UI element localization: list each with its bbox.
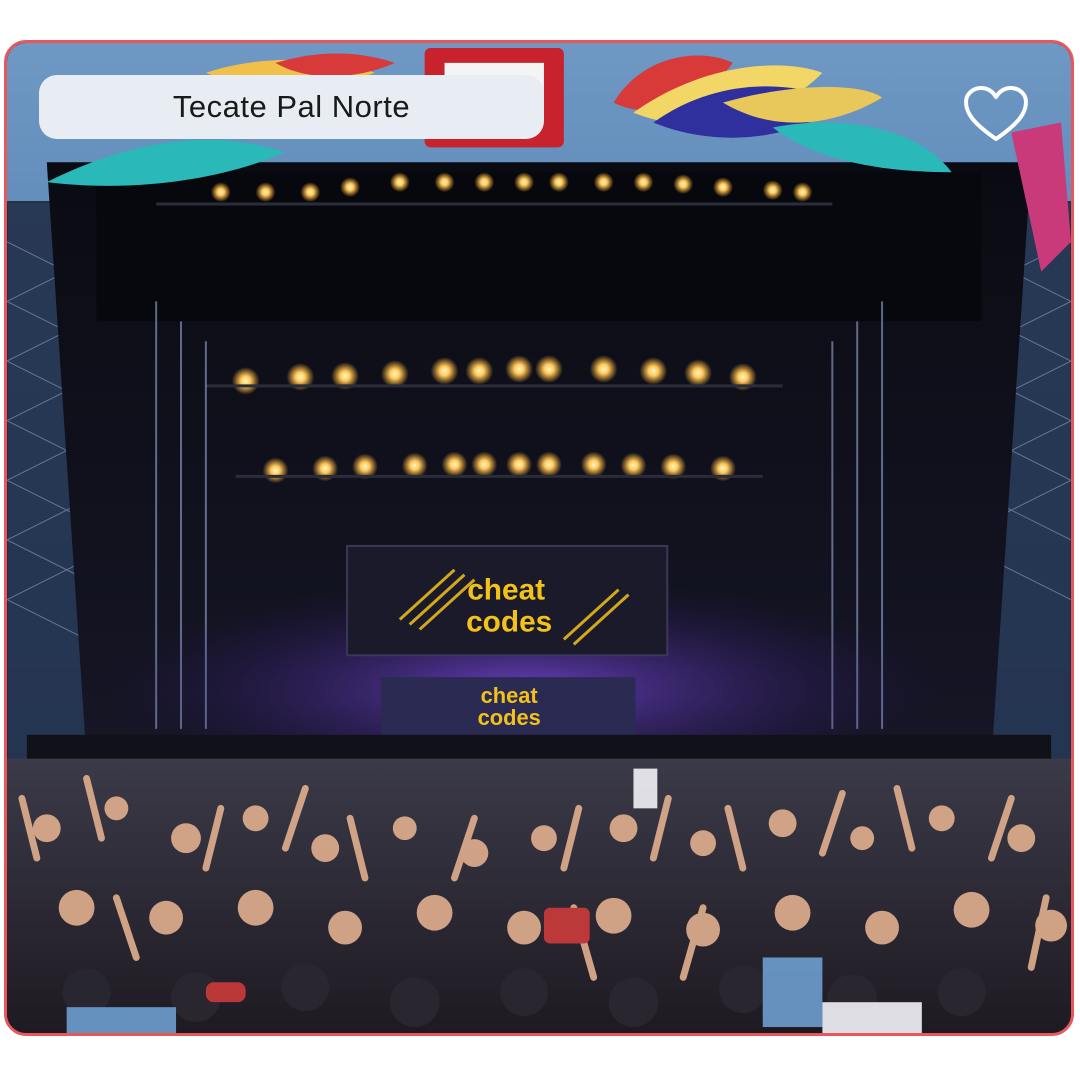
event-title-pill: Tecate Pal Norte bbox=[39, 75, 544, 139]
screen-text-codes: codes bbox=[466, 605, 552, 638]
favorite-button[interactable] bbox=[963, 85, 1029, 145]
event-title: Tecate Pal Norte bbox=[172, 89, 411, 124]
screen-text-cheat: cheat bbox=[467, 574, 545, 607]
booth-text-codes: codes bbox=[478, 705, 541, 730]
event-card[interactable]: cheat codes cheat codes Tecate Pal Norte bbox=[4, 40, 1074, 1036]
concert-photo: cheat codes cheat codes bbox=[7, 43, 1071, 1033]
heart-outline-icon bbox=[964, 86, 1028, 141]
